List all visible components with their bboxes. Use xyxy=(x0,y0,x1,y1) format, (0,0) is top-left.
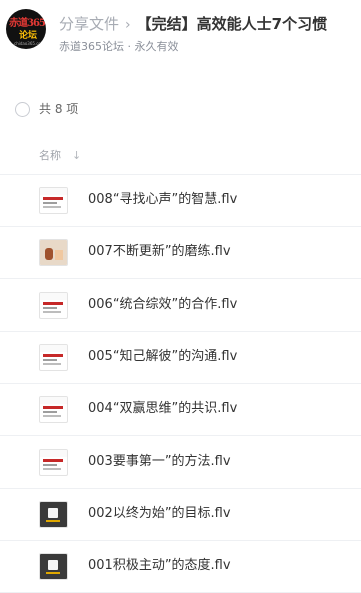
forum-logo-avatar[interactable]: 赤道365 论坛 chidao365.com xyxy=(6,9,46,49)
file-row[interactable]: 008“寻找心声”的智慧.flv xyxy=(0,174,361,227)
sort-arrow-down-icon[interactable]: ↓ xyxy=(72,149,81,163)
video-thumbnail xyxy=(39,343,68,371)
select-all-row: 共 8 项 xyxy=(0,96,361,122)
file-row[interactable]: 003要事第一”的方法.flv xyxy=(0,436,361,489)
share-header: 赤道365 论坛 chidao365.com 分享文件 › 【完结】高效能人士7个习… xyxy=(0,0,361,70)
file-name[interactable]: 005“知己解彼”的沟通.flv xyxy=(88,348,237,366)
video-thumbnail xyxy=(39,448,68,476)
column-header: 名称 ↓ xyxy=(0,140,361,175)
video-thumbnail xyxy=(39,239,68,267)
breadcrumb: 分享文件 › 【完结】高效能人士7个习惯 xyxy=(59,14,327,35)
breadcrumb-shared-files-link[interactable]: 分享文件 xyxy=(59,15,119,33)
column-name-header[interactable]: 名称 xyxy=(39,149,61,163)
file-name[interactable]: 006“统合综效”的合作.flv xyxy=(88,296,237,314)
video-thumbnail xyxy=(39,291,68,319)
avatar-logo-text: 赤道365 xyxy=(9,18,46,29)
chevron-right-icon: › xyxy=(125,17,131,33)
video-thumbnail xyxy=(39,500,68,528)
file-name[interactable]: 001积极主动”的态度.flv xyxy=(88,557,231,575)
select-all-checkbox[interactable] xyxy=(15,102,30,117)
file-row[interactable]: 004“双赢思维”的共识.flv xyxy=(0,383,361,437)
avatar-logo-subtext: 论坛 xyxy=(19,31,38,41)
file-name[interactable]: 004“双赢思维”的共识.flv xyxy=(88,400,237,418)
file-name[interactable]: 007不断更新”的磨练.flv xyxy=(88,243,231,261)
file-row[interactable]: 002以终为始”的目标.flv xyxy=(0,488,361,541)
video-thumbnail xyxy=(39,396,68,424)
file-row[interactable]: 005“知己解彼”的沟通.flv xyxy=(0,331,361,384)
file-name[interactable]: 008“寻找心声”的智慧.flv xyxy=(88,191,237,209)
video-thumbnail xyxy=(39,187,68,214)
video-thumbnail xyxy=(39,553,68,581)
share-subtitle: 赤道365论坛 · 永久有效 xyxy=(59,40,179,53)
file-name[interactable]: 003要事第一”的方法.flv xyxy=(88,453,231,471)
file-name[interactable]: 002以终为始”的目标.flv xyxy=(88,505,231,523)
file-row[interactable]: 001积极主动”的态度.flv xyxy=(0,540,361,593)
avatar-logo-url: chidao365.com xyxy=(14,41,45,46)
item-count: 共 8 项 xyxy=(39,102,79,116)
file-row[interactable]: 006“统合综效”的合作.flv xyxy=(0,279,361,332)
folder-title: 【完结】高效能人士7个习惯 xyxy=(136,15,328,33)
file-row[interactable]: 007不断更新”的磨练.flv xyxy=(0,226,361,280)
